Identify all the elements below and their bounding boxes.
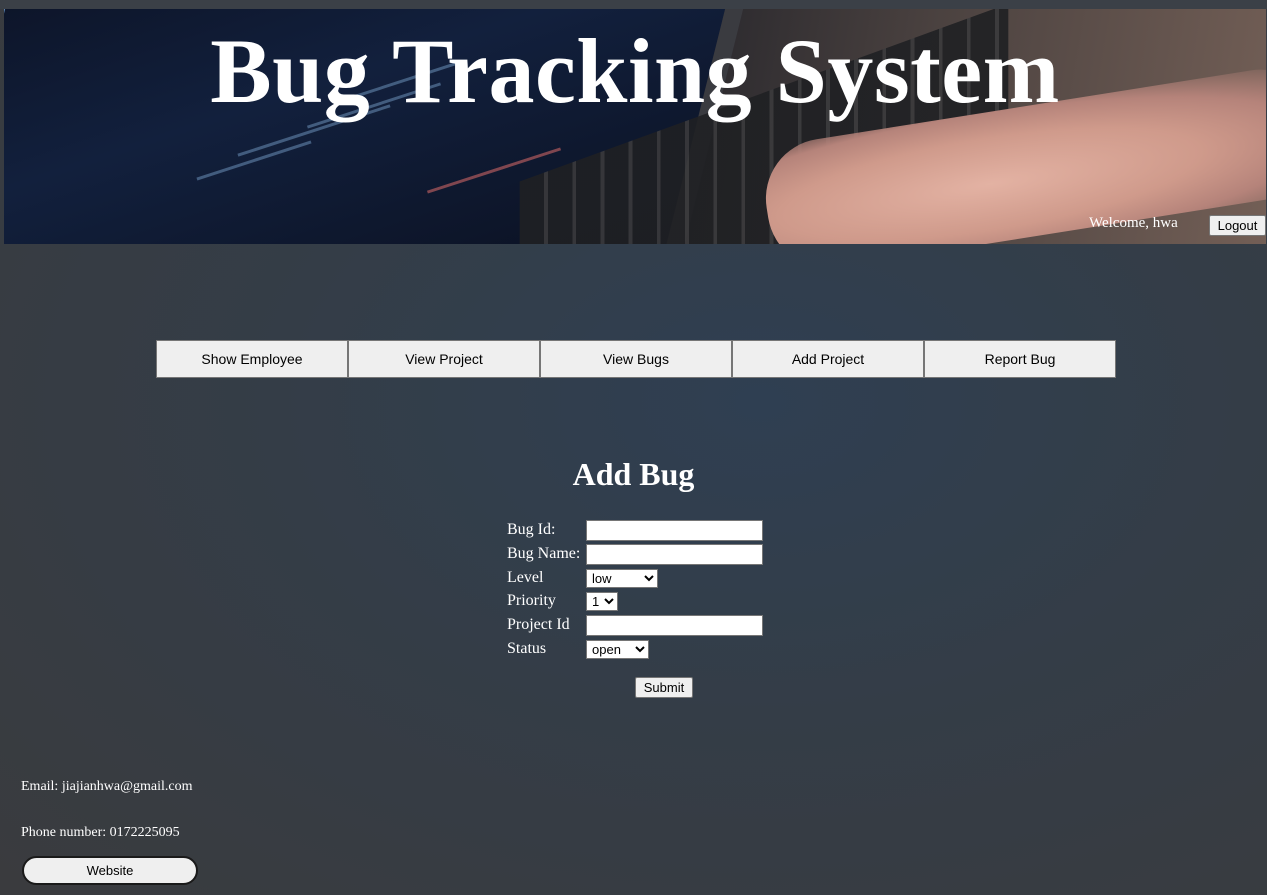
- add-project-button[interactable]: Add Project: [732, 340, 924, 378]
- report-bug-button[interactable]: Report Bug: [924, 340, 1116, 378]
- level-select[interactable]: low: [586, 568, 658, 588]
- status-label: Status: [507, 640, 547, 657]
- welcome-text: Welcome, hwa: [1089, 215, 1178, 231]
- main-nav: Show Employee View Project View Bugs Add…: [156, 340, 1116, 378]
- form-title: Add Bug: [572, 456, 695, 492]
- bug-id-label: Bug Id:: [507, 521, 556, 538]
- bug-name-input[interactable]: [586, 543, 763, 565]
- website-button[interactable]: Website: [22, 856, 198, 885]
- priority-select[interactable]: 1: [586, 591, 618, 611]
- bug-id-input[interactable]: [586, 519, 763, 541]
- priority-label: Priority: [507, 592, 556, 609]
- logout-button[interactable]: Logout: [1209, 215, 1266, 236]
- header-banner: Bug Tracking System: [4, 9, 1266, 244]
- level-row: Level low: [507, 566, 658, 590]
- footer-phone: Phone number: 0172225095: [21, 825, 180, 840]
- level-label: Level: [507, 569, 544, 586]
- bug-name-label: Bug Name:: [507, 545, 581, 562]
- bug-name-row: Bug Name:: [507, 542, 763, 566]
- show-employee-button[interactable]: Show Employee: [156, 340, 348, 378]
- submit-button[interactable]: Submit: [635, 677, 693, 698]
- footer-email: Email: jiajianhwa@gmail.com: [21, 779, 193, 794]
- status-select[interactable]: open: [586, 639, 649, 659]
- page-title: Bug Tracking System: [210, 20, 1060, 122]
- project-id-row: Project Id: [507, 613, 763, 637]
- bug-id-row: Bug Id:: [507, 518, 763, 542]
- view-project-button[interactable]: View Project: [348, 340, 540, 378]
- top-strip: [0, 0, 1267, 9]
- view-bugs-button[interactable]: View Bugs: [540, 340, 732, 378]
- project-id-label: Project Id: [507, 616, 570, 633]
- project-id-input[interactable]: [586, 614, 763, 636]
- status-row: Status open: [507, 637, 649, 661]
- priority-row: Priority 1: [507, 589, 618, 613]
